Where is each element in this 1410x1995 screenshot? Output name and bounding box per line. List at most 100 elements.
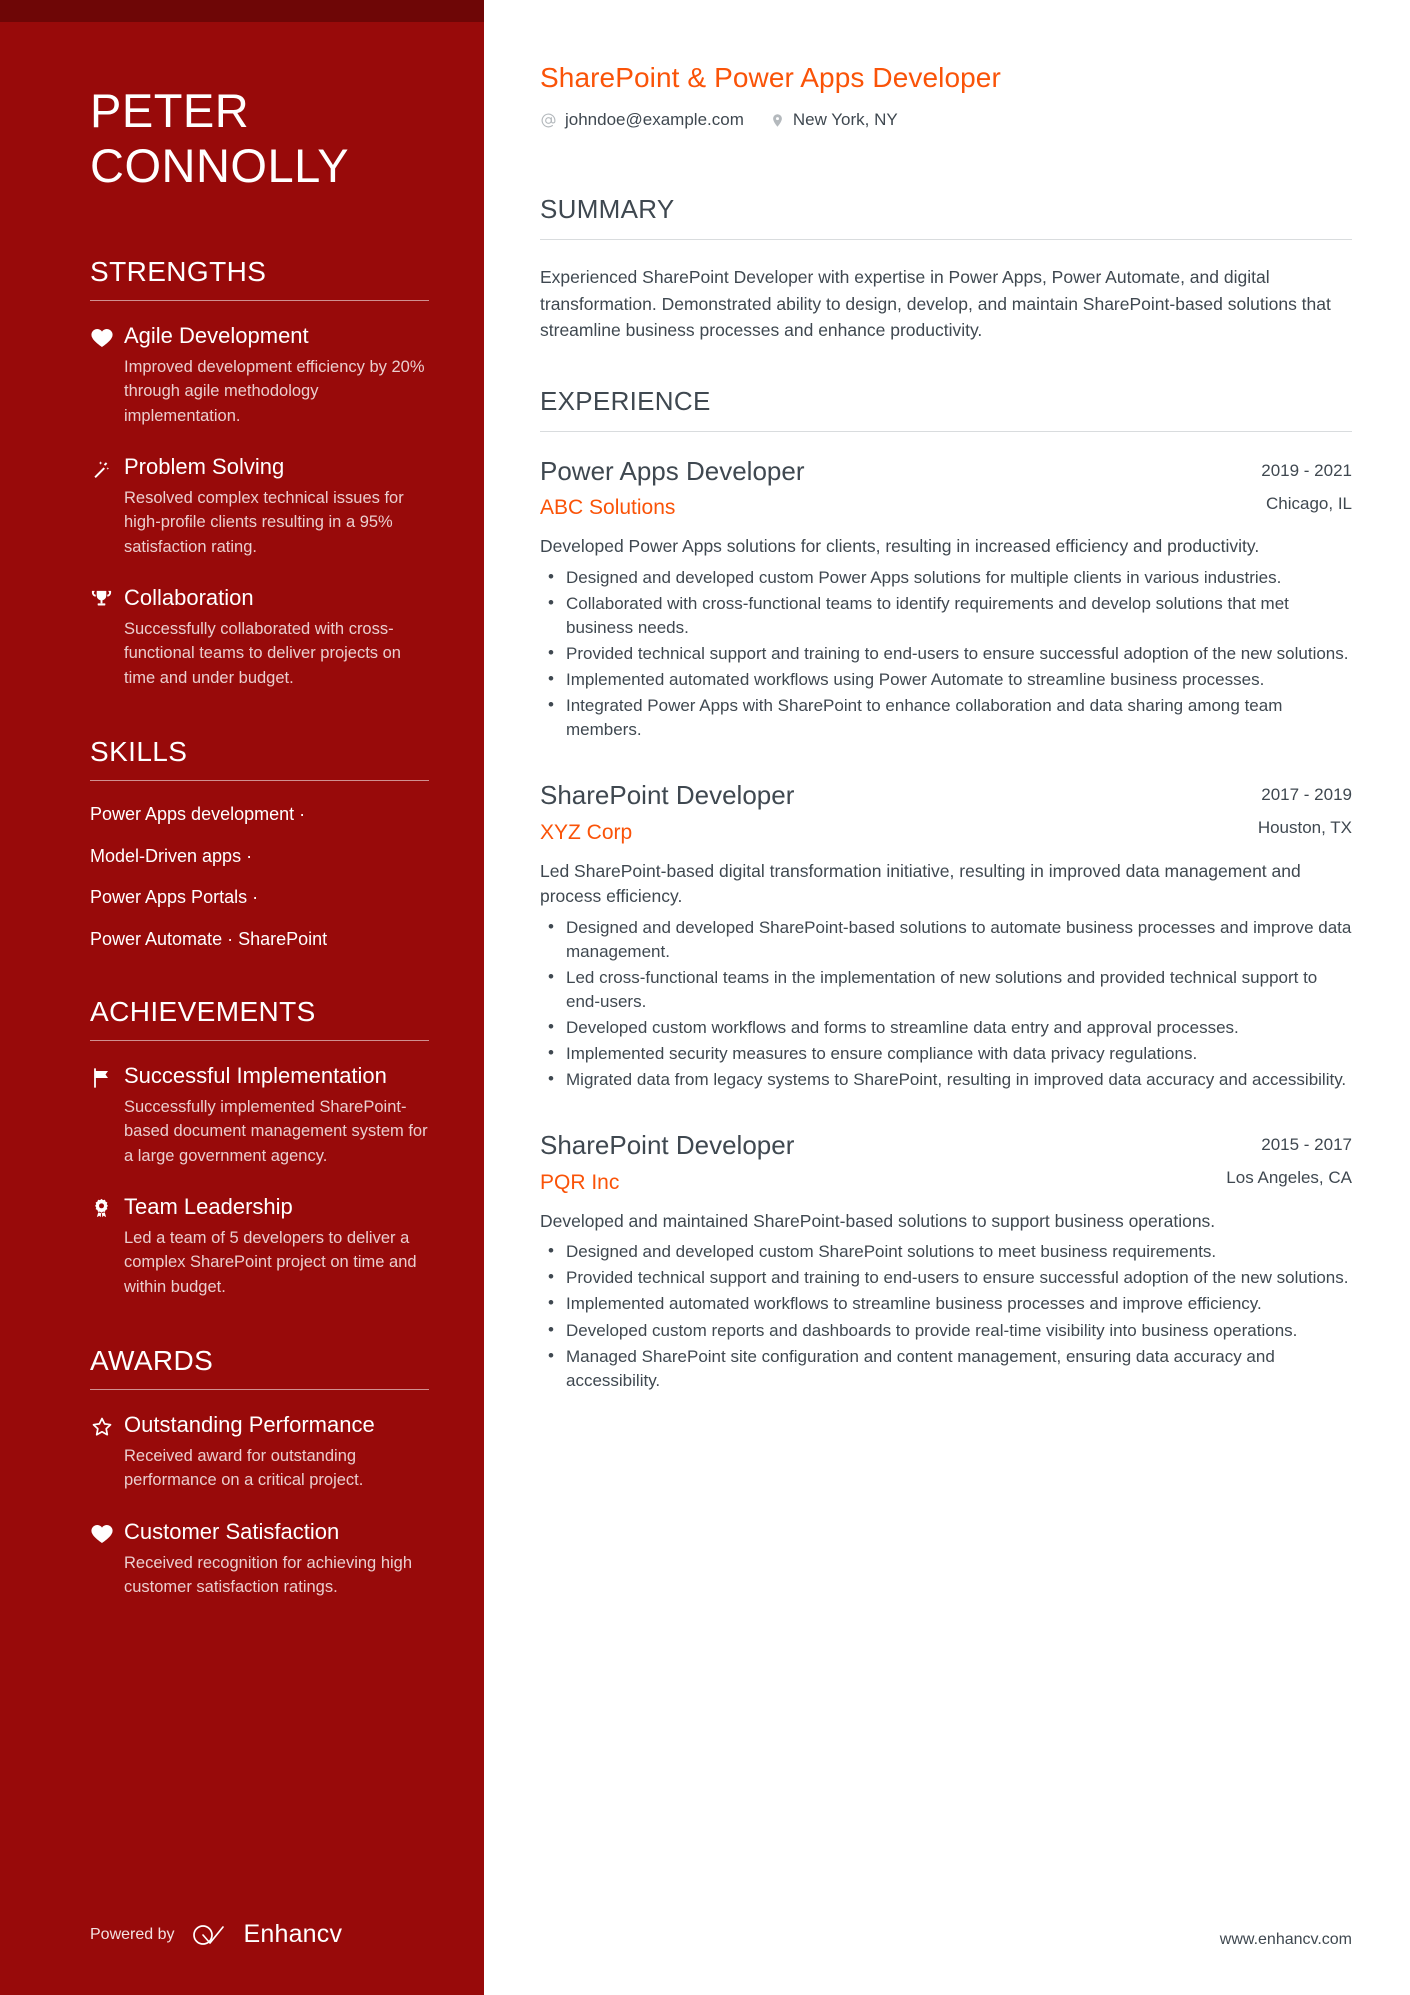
achievement-description: Led a team of 5 developers to deliver a …: [124, 1228, 417, 1296]
section-divider: [540, 239, 1352, 240]
achievement-item: Team Leadership Led a team of 5 develope…: [90, 1194, 429, 1299]
job-role: SharePoint Developer: [540, 1130, 795, 1161]
award-description: Received award for outstanding performan…: [124, 1447, 364, 1490]
section-divider: [90, 299, 429, 301]
section-divider: [540, 430, 1352, 432]
award-item: Outstanding Performance Received award f…: [90, 1412, 429, 1493]
job-bullet: Provided technical support and training …: [540, 641, 1352, 666]
job-bullet: Designed and developed custom Power Apps…: [540, 565, 1352, 590]
map-pin-icon: [770, 112, 785, 129]
email-text: johndoe@example.com: [565, 110, 744, 129]
resume-page: PETER CONNOLLY STRENGTHS Agile Developme…: [0, 0, 1410, 1995]
experience-entry: SharePoint Developer XYZ Corp 2017 - 201…: [540, 780, 1352, 1092]
candidate-name: PETER CONNOLLY: [90, 84, 429, 194]
section-heading-strengths: STRENGTHS: [90, 255, 267, 287]
job-bullet: Migrated data from legacy systems to Sha…: [540, 1067, 1352, 1092]
experience-entry: SharePoint Developer PQR Inc 2015 - 2017…: [540, 1130, 1352, 1393]
skill-line: Power Apps Portals ·: [90, 887, 259, 908]
powered-by-label: Powered by: [90, 1925, 175, 1943]
summary-text: Experienced SharePoint Developer with ex…: [540, 267, 1331, 341]
job-bullets: Designed and developed custom Power Apps…: [540, 565, 1352, 743]
sidebar-footer: Powered by Enhancv: [90, 1920, 342, 1949]
strength-item: Collaboration Successfully collaborated …: [90, 585, 429, 690]
section-heading-experience: EXPERIENCE: [540, 385, 711, 416]
contact-email[interactable]: johndoe@example.com: [540, 110, 744, 130]
heart-icon: [90, 323, 124, 428]
job-bullet: Implemented automated workflows using Po…: [540, 667, 1352, 692]
job-bullet: Collaborated with cross-functional teams…: [540, 591, 1352, 640]
job-location: Houston, TX: [1257, 818, 1352, 838]
job-bullet: Developed custom reports and dashboards …: [540, 1318, 1352, 1343]
section-divider: [90, 780, 429, 782]
star-icon: [90, 1412, 124, 1493]
strength-title: Collaboration: [124, 585, 254, 611]
job-company: PQR Inc: [540, 1170, 620, 1194]
section-heading-achievements: ACHIEVEMENTS: [90, 996, 316, 1028]
strength-title: Agile Development: [124, 322, 309, 348]
candidate-first-name: PETER: [90, 84, 250, 137]
achievement-title: Team Leadership: [124, 1194, 293, 1220]
strength-description: Successfully collaborated with cross-fun…: [124, 619, 401, 687]
footer-url[interactable]: www.enhancv.com: [1220, 1931, 1352, 1949]
section-strengths: STRENGTHS Agile Development Improved dev…: [90, 256, 429, 690]
skill-line: Power Automate · SharePoint: [90, 928, 328, 949]
job-role: SharePoint Developer: [540, 780, 795, 811]
flag-icon: [90, 1063, 124, 1168]
award-title: Outstanding Performance: [124, 1412, 375, 1438]
job-location: Los Angeles, CA: [1226, 1168, 1352, 1188]
location-text: New York, NY: [792, 110, 898, 129]
award-ribbon-icon: [90, 1194, 124, 1299]
award-item: Customer Satisfaction Received recogniti…: [90, 1519, 429, 1600]
job-company: ABC Solutions: [540, 495, 676, 519]
job-location: Chicago, IL: [1266, 493, 1352, 513]
strength-item: Problem Solving Resolved complex technic…: [90, 454, 429, 559]
job-bullet: Integrated Power Apps with SharePoint to…: [540, 693, 1352, 742]
job-bullet: Provided technical support and training …: [540, 1265, 1352, 1290]
strength-item: Agile Development Improved development e…: [90, 323, 429, 428]
strength-title: Problem Solving: [124, 454, 285, 480]
strength-description: Improved development efficiency by 20% t…: [124, 357, 425, 425]
job-summary: Developed Power Apps solutions for clien…: [540, 536, 1260, 557]
job-summary: Led SharePoint-based digital transformat…: [540, 860, 1301, 907]
job-bullet: Implemented automated workflows to strea…: [540, 1291, 1352, 1316]
section-heading-skills: SKILLS: [90, 736, 188, 768]
section-heading-summary: SUMMARY: [540, 194, 675, 224]
skills-list: Power Apps development · Model-Driven ap…: [90, 803, 429, 950]
skill-line: Model-Driven apps ·: [90, 845, 253, 866]
job-dates: 2017 - 2019: [1261, 785, 1352, 805]
job-bullet: Developed custom workflows and forms to …: [540, 1015, 1352, 1040]
job-bullet: Designed and developed SharePoint-based …: [540, 915, 1352, 964]
award-description: Received recognition for achieving high …: [124, 1553, 413, 1597]
job-bullet: Led cross-functional teams in the implem…: [540, 965, 1352, 1014]
job-bullet: Implemented security measures to ensure …: [540, 1041, 1352, 1066]
magic-wand-icon: [90, 454, 124, 559]
enhancv-logo: Enhancv: [191, 1920, 343, 1949]
headline-title: SharePoint & Power Apps Developer: [540, 62, 1001, 93]
strength-description: Resolved complex technical issues for hi…: [124, 488, 404, 556]
skill-line: Power Apps development ·: [90, 804, 306, 825]
achievement-title: Successful Implementation: [124, 1063, 387, 1089]
achievement-item: Successful Implementation Successfully i…: [90, 1063, 429, 1168]
section-achievements: ACHIEVEMENTS Successful Implementation S…: [90, 996, 429, 1299]
job-dates: 2015 - 2017: [1261, 1135, 1352, 1155]
job-company: XYZ Corp: [540, 820, 633, 844]
at-sign-icon: [540, 112, 557, 129]
sidebar: PETER CONNOLLY STRENGTHS Agile Developme…: [0, 0, 484, 1995]
job-dates: 2019 - 2021: [1261, 460, 1352, 480]
job-role: Power Apps Developer: [540, 455, 805, 486]
contact-location: New York, NY: [770, 110, 898, 130]
section-skills: SKILLS Power Apps development · Model-Dr…: [90, 736, 429, 950]
section-awards: AWARDS Outstanding Performance Received …: [90, 1345, 429, 1599]
contact-row: johndoe@example.com New York, NY: [540, 110, 1352, 130]
trophy-icon: [90, 585, 124, 690]
job-bullets: Designed and developed SharePoint-based …: [540, 915, 1352, 1093]
award-title: Customer Satisfaction: [124, 1518, 340, 1544]
enhancv-wordmark: Enhancv: [243, 1920, 343, 1948]
enhancv-mark-icon: [192, 1924, 224, 1945]
job-bullets: Designed and developed custom SharePoint…: [540, 1239, 1352, 1393]
experience-entry: Power Apps Developer ABC Solutions 2019 …: [540, 456, 1352, 743]
job-bullet: Managed SharePoint site configuration an…: [540, 1344, 1352, 1393]
heart-icon: [90, 1519, 124, 1600]
job-bullet: Designed and developed custom SharePoint…: [540, 1239, 1352, 1264]
section-divider: [90, 1040, 429, 1042]
